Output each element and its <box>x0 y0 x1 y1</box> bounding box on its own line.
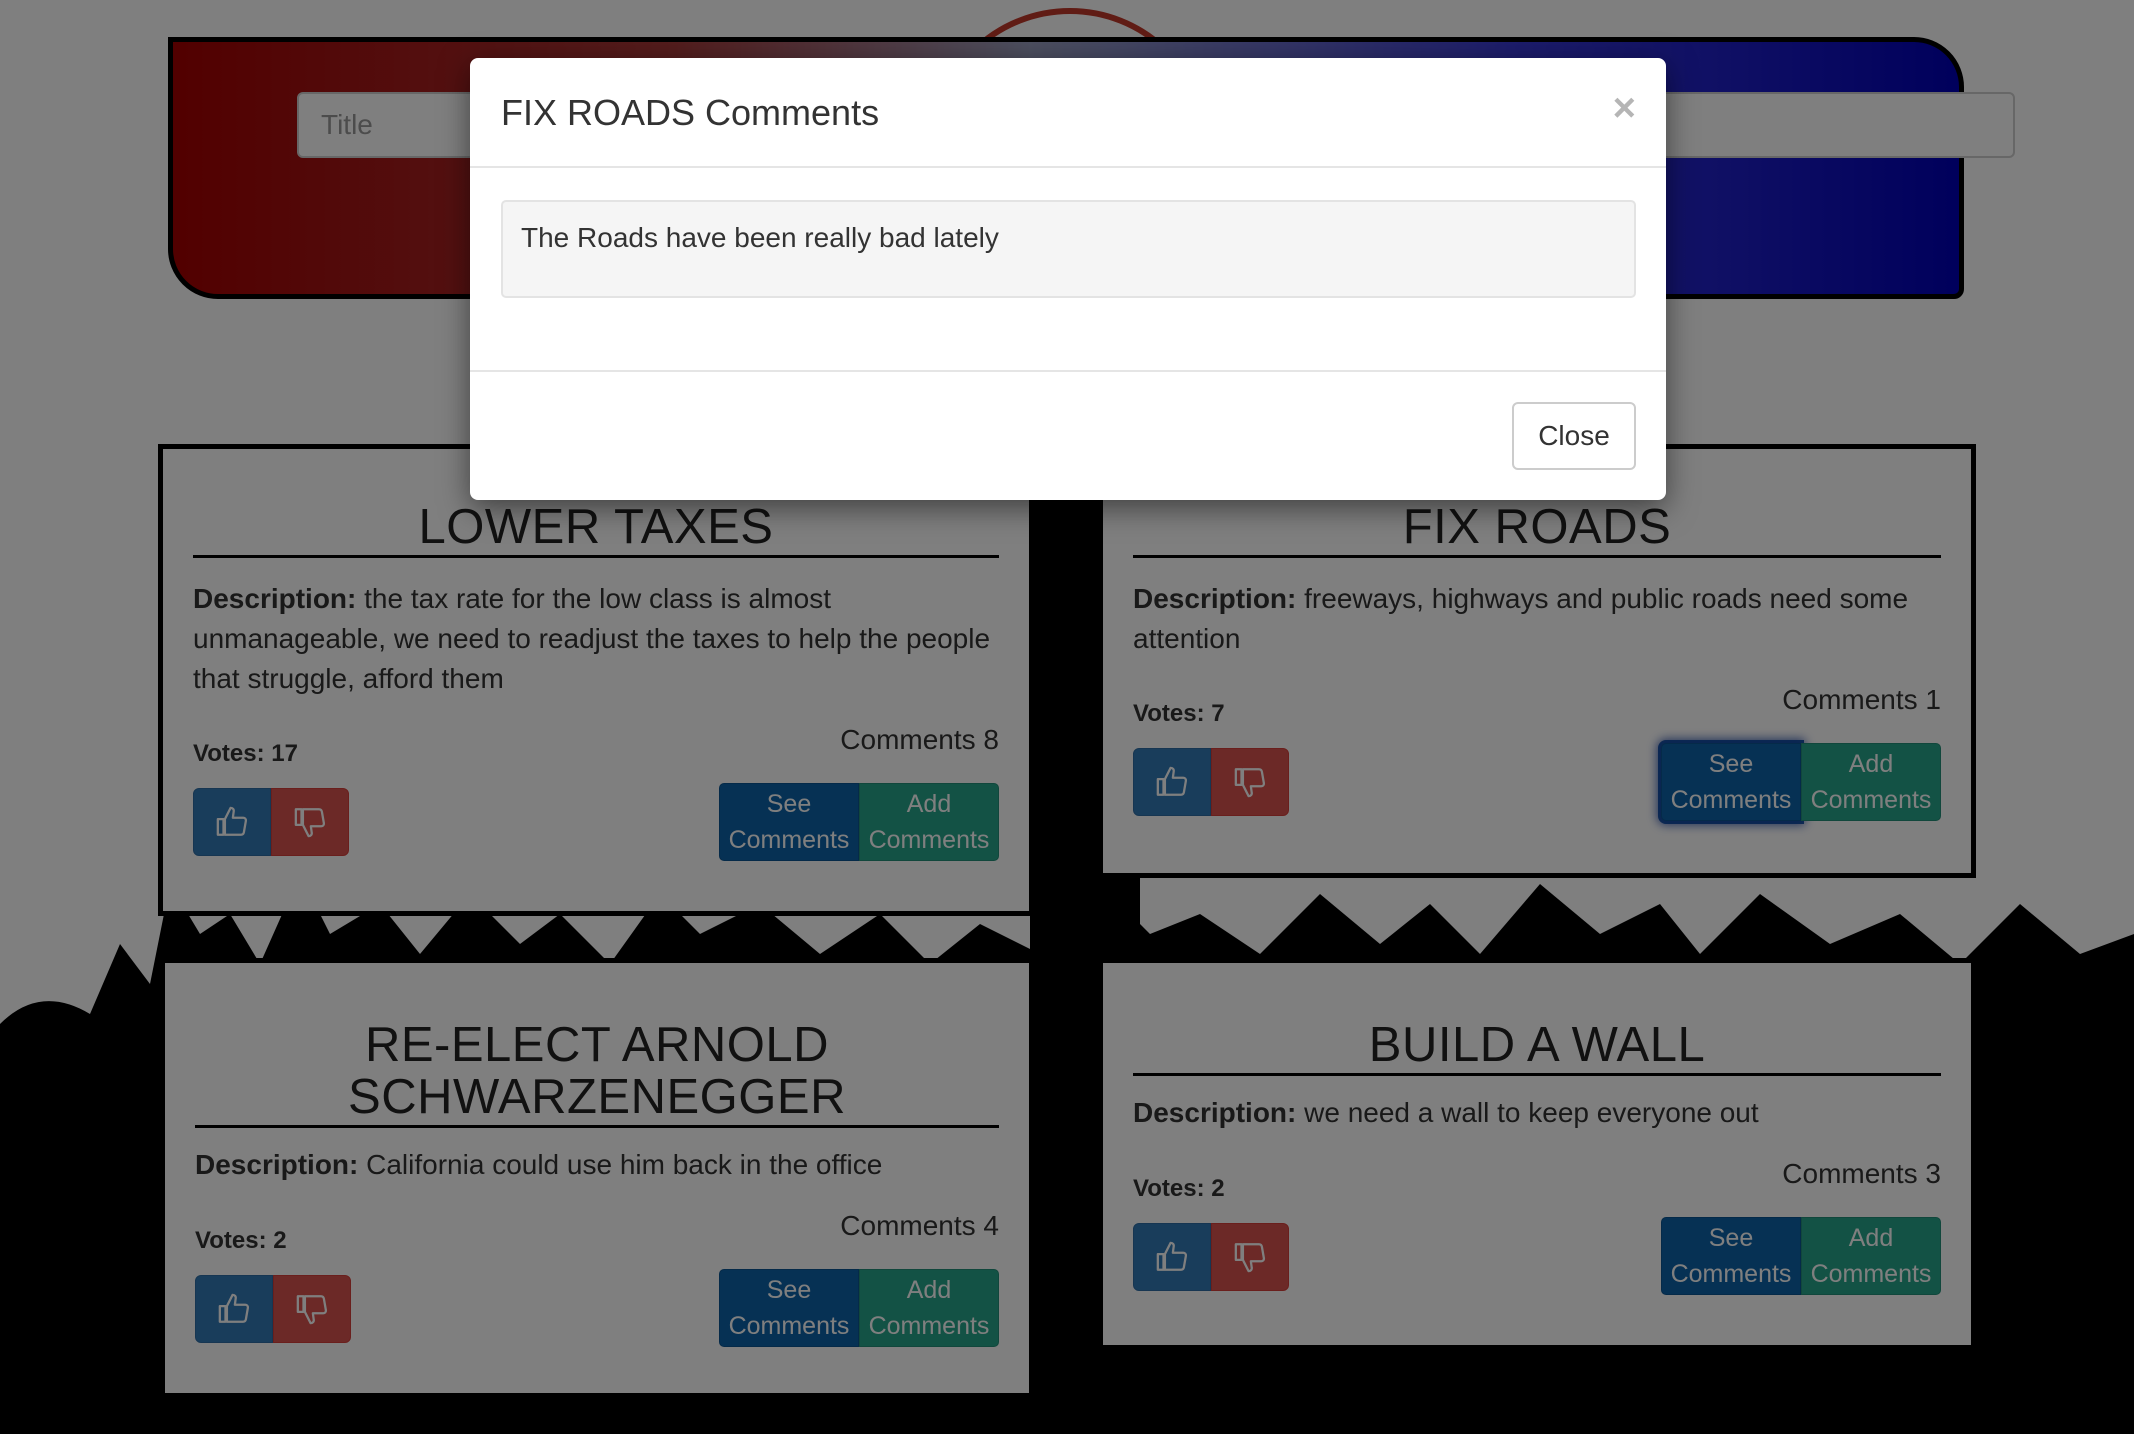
modal-body: The Roads have been really bad lately <box>470 168 1666 370</box>
close-button[interactable]: Close <box>1512 402 1636 470</box>
modal-header: FIX ROADS Comments × <box>470 58 1666 168</box>
comments-modal: FIX ROADS Comments × The Roads have been… <box>470 58 1666 500</box>
modal-title: FIX ROADS Comments <box>501 92 880 133</box>
modal-footer: Close <box>470 370 1666 500</box>
comment-item: The Roads have been really bad lately <box>501 200 1636 298</box>
close-icon[interactable]: × <box>1613 88 1636 128</box>
